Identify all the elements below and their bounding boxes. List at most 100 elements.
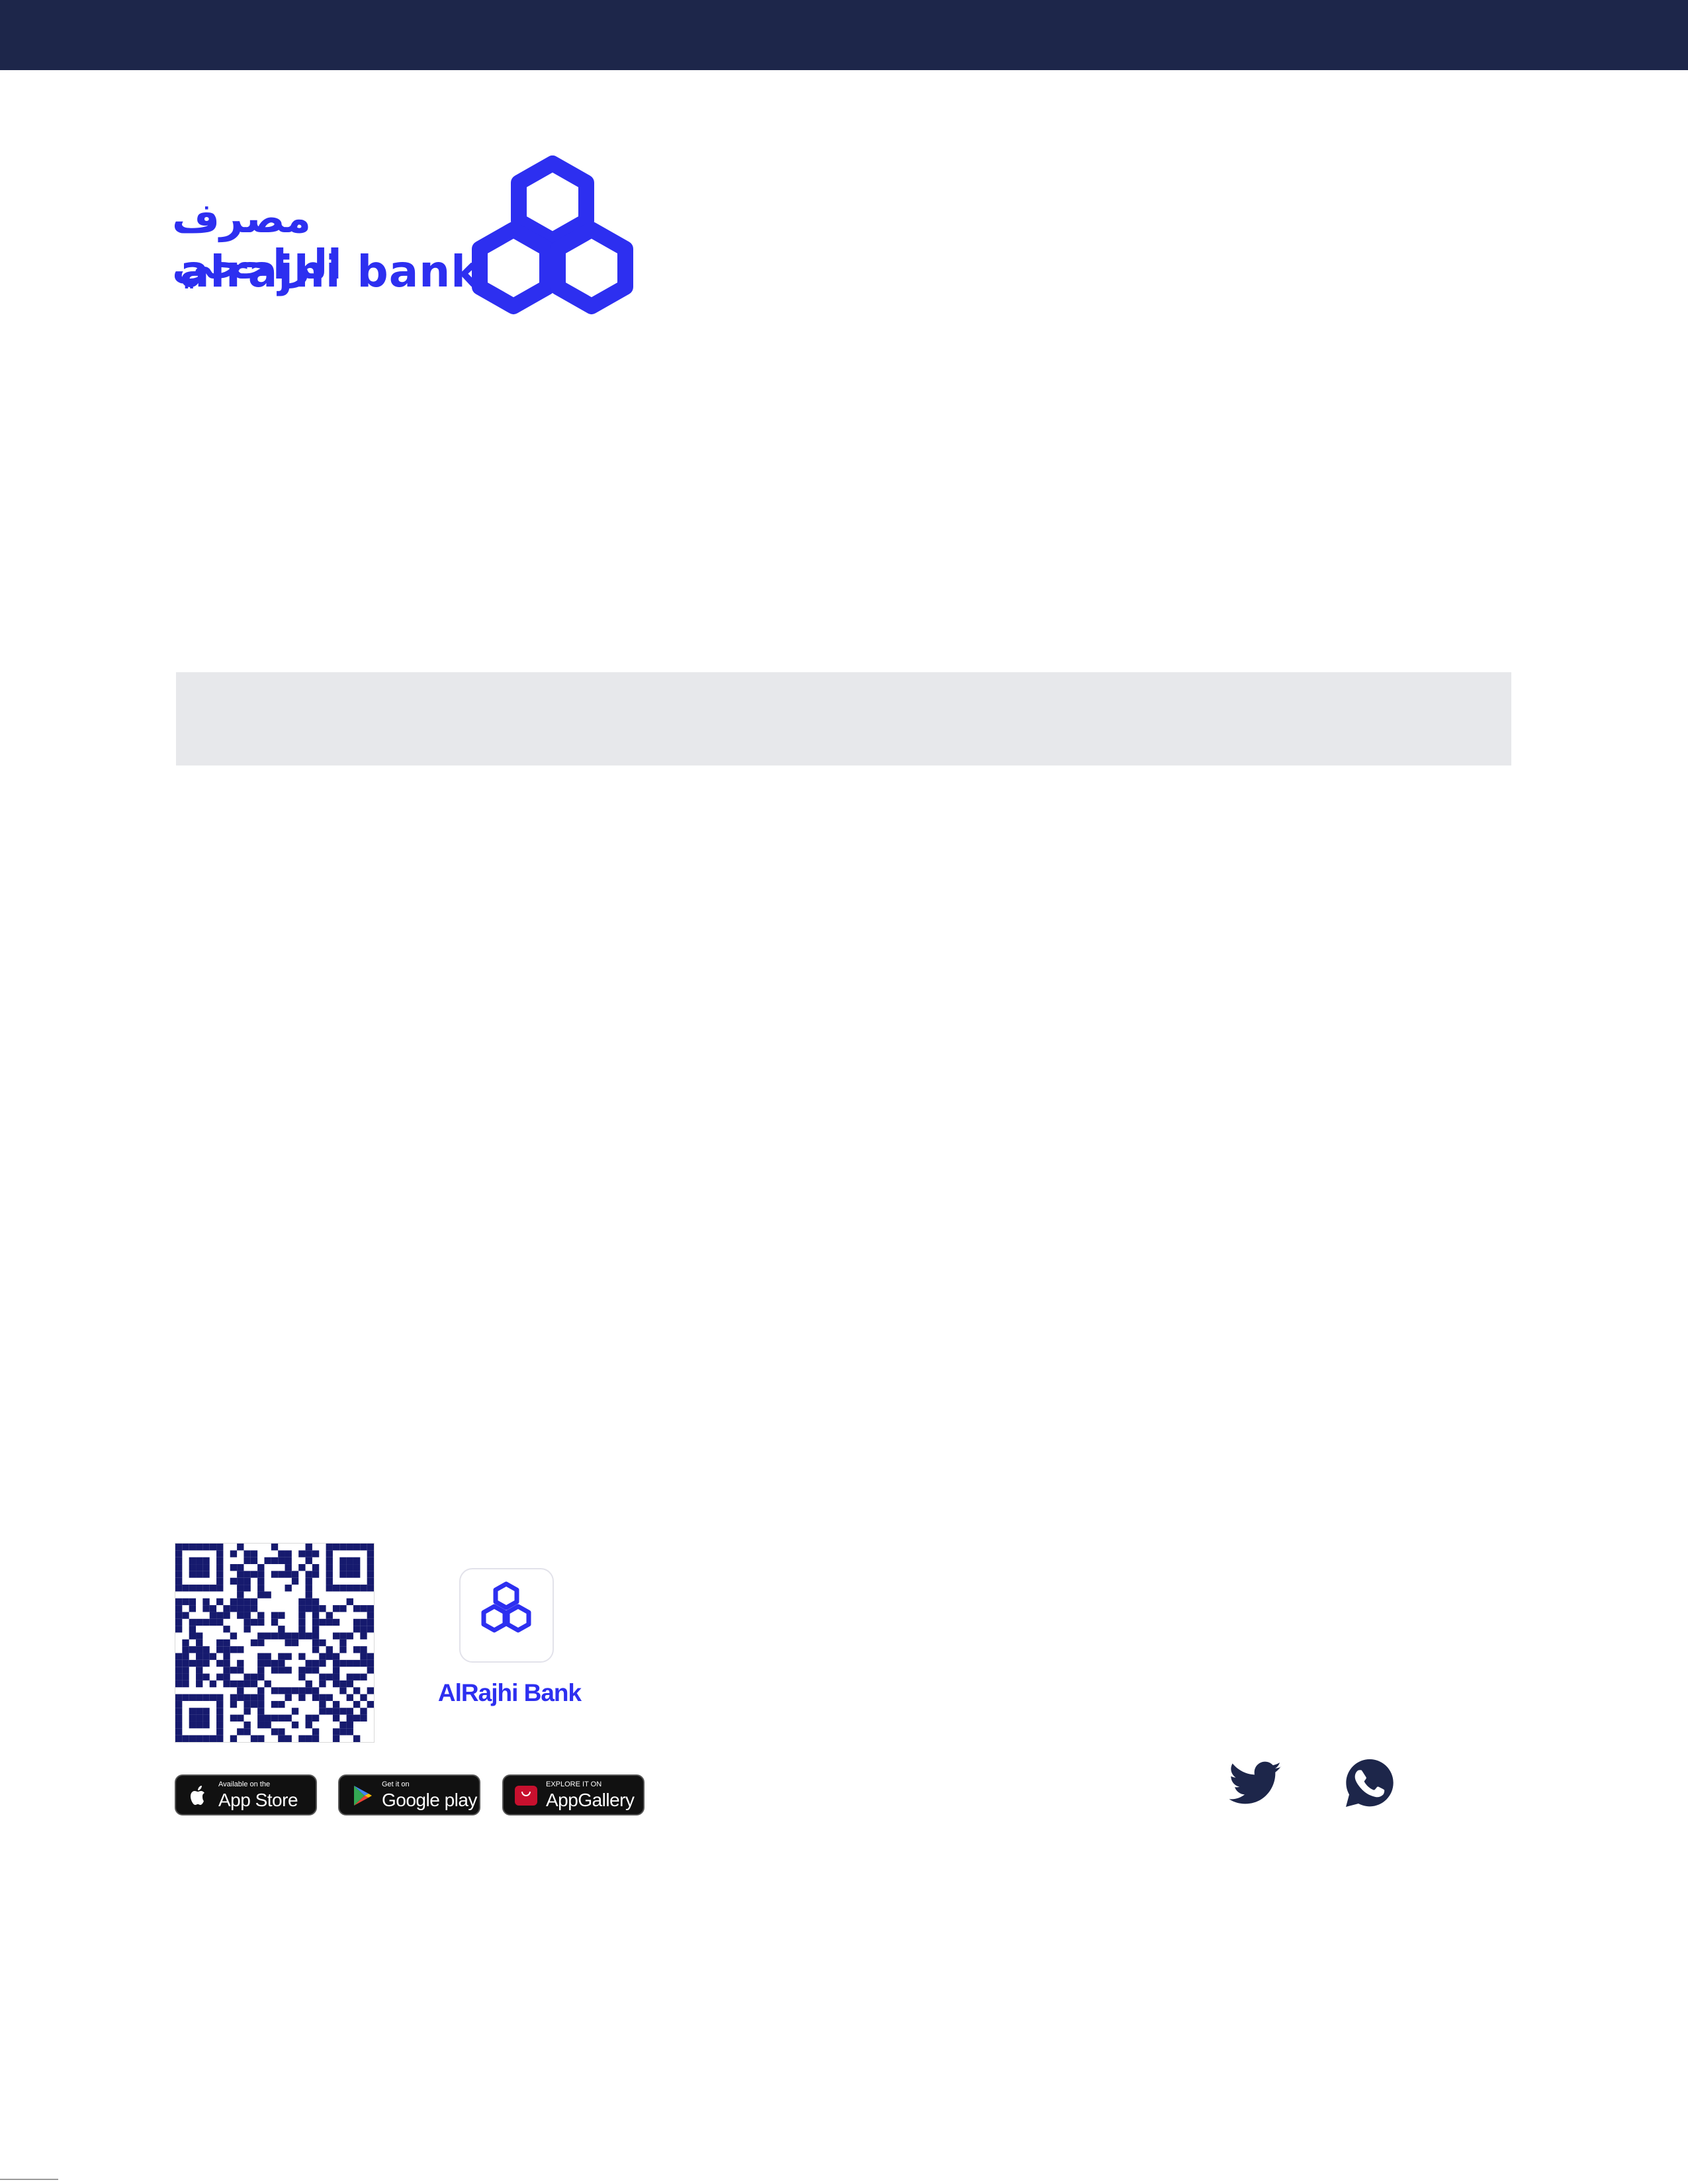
qr-module (285, 1667, 292, 1674)
qr-module (312, 1714, 320, 1722)
qr-module (360, 1714, 367, 1722)
qr-module (271, 1700, 279, 1708)
qr-module (353, 1557, 361, 1565)
qr-module (216, 1714, 224, 1722)
qr-module (175, 1605, 183, 1612)
qr-module (332, 1728, 340, 1735)
qr-module (332, 1618, 340, 1626)
qr-module (230, 1632, 238, 1639)
qr-module (312, 1632, 320, 1639)
qr-module (202, 1653, 210, 1660)
qr-module (360, 1544, 367, 1551)
qr-module (189, 1694, 197, 1701)
qr-module (332, 1605, 340, 1612)
qr-module (216, 1618, 224, 1626)
qr-module (196, 1653, 203, 1660)
qr-module (216, 1564, 224, 1571)
qr-module (175, 1653, 183, 1660)
qr-module (223, 1612, 230, 1619)
qr-module (237, 1612, 244, 1619)
badge-small-text: EXPLORE IT ON (546, 1780, 602, 1788)
qr-module (326, 1673, 333, 1681)
qr-module (271, 1571, 279, 1578)
app-icon-tile[interactable] (459, 1568, 554, 1663)
qr-module (353, 1714, 361, 1722)
qr-module (278, 1700, 285, 1708)
qr-module (257, 1700, 265, 1708)
qr-module (182, 1653, 189, 1660)
qr-module (237, 1646, 244, 1653)
appgallery-badge[interactable]: EXPLORE IT ON AppGallery (502, 1774, 644, 1815)
qr-module (367, 1577, 374, 1585)
badge-small-text: Available on the (218, 1780, 271, 1788)
qr-module (216, 1708, 224, 1715)
qr-module (244, 1708, 251, 1715)
qr-module (353, 1585, 361, 1592)
badge-big-text: App Store (218, 1790, 298, 1810)
qr-module (332, 1653, 340, 1660)
qr-module (196, 1680, 203, 1688)
qr-module (175, 1585, 183, 1592)
qr-module (346, 1544, 353, 1551)
qr-module (257, 1687, 265, 1694)
qr-module (298, 1612, 306, 1619)
qr-module (332, 1585, 340, 1592)
qr-module (319, 1639, 326, 1647)
qr-module (305, 1557, 312, 1565)
qr-module (305, 1571, 312, 1578)
qr-module (196, 1714, 203, 1722)
qr-module (332, 1544, 340, 1551)
qr-module (271, 1714, 279, 1722)
qr-module (223, 1653, 230, 1660)
qr-module (271, 1612, 279, 1619)
qr-module (196, 1564, 203, 1571)
qr-module (216, 1721, 224, 1729)
qr-module (285, 1694, 292, 1701)
qr-module (339, 1544, 347, 1551)
twitter-icon[interactable] (1229, 1757, 1282, 1810)
qr-module (244, 1612, 251, 1619)
qr-module (353, 1618, 361, 1626)
qr-module (244, 1598, 251, 1606)
qr-module (326, 1577, 333, 1585)
qr-module (230, 1667, 238, 1674)
page-edge-mark (0, 2179, 58, 2180)
qr-module (196, 1721, 203, 1729)
qr-module (332, 1659, 340, 1667)
qr-module (305, 1550, 312, 1557)
qr-module (196, 1585, 203, 1592)
whatsapp-icon[interactable] (1343, 1757, 1396, 1810)
qr-module (257, 1632, 265, 1639)
qr-module (367, 1653, 374, 1660)
qr-module (189, 1564, 197, 1571)
qr-module (257, 1591, 265, 1598)
qr-module (196, 1708, 203, 1715)
qr-module (257, 1639, 265, 1647)
qr-module (182, 1544, 189, 1551)
qr-module (230, 1605, 238, 1612)
qr-module (250, 1598, 258, 1606)
qr-module (202, 1585, 210, 1592)
qr-module (216, 1577, 224, 1585)
qr-module (244, 1626, 251, 1633)
qr-module (367, 1612, 374, 1619)
badge-big-text: AppGallery (546, 1790, 635, 1810)
qr-module (319, 1673, 326, 1681)
qr-module (209, 1653, 217, 1660)
app-store-badge[interactable]: Available on the App Store (175, 1774, 317, 1815)
qr-module (230, 1646, 238, 1653)
qr-module (230, 1680, 238, 1688)
qr-module (346, 1708, 353, 1715)
qr-module (264, 1714, 271, 1722)
qr-module (189, 1626, 197, 1633)
google-play-badge[interactable]: Get it on Google play (338, 1774, 480, 1815)
qr-module (312, 1667, 320, 1674)
qr-module (367, 1571, 374, 1578)
qr-module (285, 1687, 292, 1694)
qr-module (250, 1694, 258, 1701)
qr-module (339, 1585, 347, 1592)
qr-module (202, 1714, 210, 1722)
qr-module (216, 1571, 224, 1578)
qr-module (189, 1598, 197, 1606)
qr-module (216, 1585, 224, 1592)
